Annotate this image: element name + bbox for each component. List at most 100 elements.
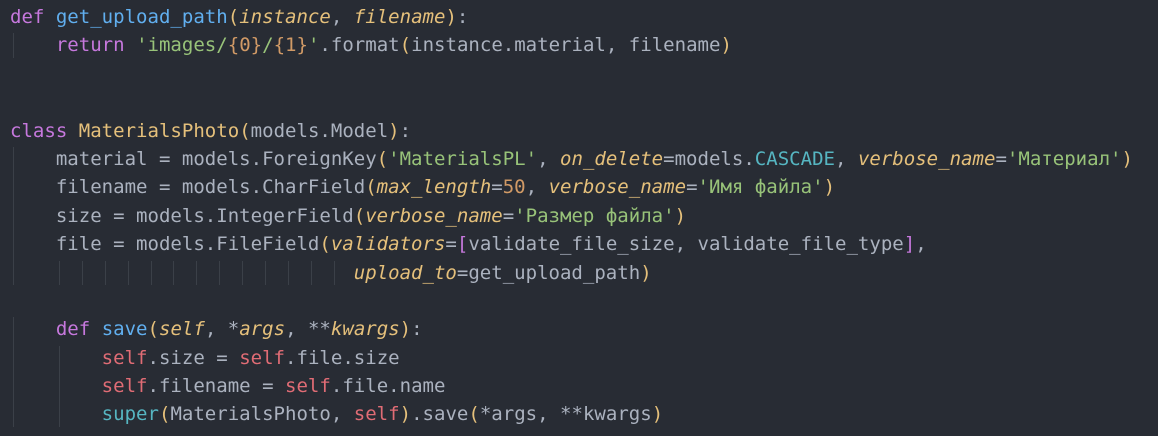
code-token: 'Размер файла' — [514, 204, 675, 227]
code-token: super — [101, 403, 159, 426]
code-token: self — [239, 346, 286, 369]
code-token: validators — [330, 233, 446, 256]
code-line[interactable]: def get_upload_path(instance, filename): — [10, 3, 1133, 31]
code-token: self — [101, 346, 148, 369]
code-token: / — [262, 34, 274, 57]
code-token: ( — [158, 403, 171, 426]
code-token: filename — [353, 6, 446, 28]
code-token: =get_upload_path — [456, 261, 641, 284]
code-token: ) — [1121, 147, 1133, 170]
code-token: get_upload_path — [55, 6, 228, 28]
code-token: = — [445, 233, 457, 256]
code-token: : — [456, 6, 469, 28]
code-token: 'Имя файла' — [697, 176, 824, 199]
code-token: , — [525, 176, 549, 199]
code-token: 'Материал' — [1006, 147, 1122, 170]
code-line[interactable]: return 'images/{0}/{1}'.format(instance.… — [10, 31, 1133, 59]
code-line[interactable]: material = models.ForeignKey('MaterialsP… — [10, 145, 1133, 173]
code-token: ) — [674, 204, 687, 227]
code-token: ( — [227, 6, 240, 28]
code-token: .save — [411, 403, 469, 426]
code-token: , — [537, 147, 560, 170]
code-token: : — [411, 318, 423, 341]
code-token: {0} — [227, 34, 263, 57]
code-token: instance.material, filename — [411, 34, 721, 57]
code-token: ) — [399, 318, 412, 341]
code-token: save — [101, 318, 148, 341]
code-token: 50 — [502, 176, 526, 199]
code-token: , — [835, 147, 858, 170]
code-token: =models. — [663, 147, 755, 170]
code-token: CASCADE — [754, 147, 836, 170]
code-editor[interactable]: def get_upload_path(instance, filename):… — [0, 0, 1158, 436]
code-line[interactable] — [10, 88, 1133, 116]
code-token: size = models.IntegerField — [10, 204, 354, 227]
code-token: = — [491, 176, 503, 199]
code-token: def — [10, 6, 45, 28]
code-token: upload_to — [353, 261, 457, 284]
code-token: def — [55, 318, 91, 341]
code-token: , ** — [285, 318, 331, 341]
code-token: on_delete — [560, 147, 664, 170]
code-token: = — [686, 176, 698, 199]
code-line[interactable]: self.filename = self.file.name — [10, 372, 1133, 400]
code-token: ( — [365, 176, 377, 199]
code-token: ) — [651, 403, 664, 426]
code-token: self — [159, 318, 205, 341]
code-token: kwargs — [330, 318, 400, 341]
code-token: MaterialsPhoto, — [170, 403, 354, 426]
code-line[interactable] — [10, 287, 1133, 315]
code-line[interactable]: class MaterialsPhoto(models.Model): — [10, 117, 1133, 145]
code-line[interactable]: upload_to=get_upload_path) — [10, 259, 1133, 287]
code-token: ) — [399, 403, 412, 426]
code-token: max_length — [376, 176, 492, 199]
code-token: ( — [376, 147, 389, 170]
code-token: ) — [720, 34, 732, 57]
code-token: 'MaterialsPL' — [388, 147, 538, 170]
code-token: ) — [823, 176, 836, 199]
code-token: .file.size — [285, 346, 400, 369]
code-line[interactable] — [10, 60, 1133, 88]
code-line[interactable]: self.size = self.file.size — [10, 344, 1133, 372]
code-line[interactable]: filename = models.CharField(max_length=5… — [10, 173, 1133, 201]
code-token: = — [502, 204, 515, 227]
code-token: ( — [468, 403, 480, 426]
code-token: ) — [445, 6, 457, 28]
code-token: material = models.ForeignKey — [10, 147, 377, 170]
code-token: instance — [239, 6, 331, 28]
code-token: verbose_name — [365, 204, 503, 227]
code-token: .format — [319, 34, 400, 57]
code-token: ) — [388, 119, 400, 142]
code-token: filename = models.CharField — [10, 176, 366, 199]
code-line[interactable]: super(MaterialsPhoto, self).save(*args, … — [10, 400, 1133, 428]
code-line[interactable]: size = models.IntegerField(verbose_name=… — [10, 202, 1133, 230]
code-token: file = models.FileField — [10, 233, 320, 256]
code-block[interactable]: def get_upload_path(instance, filename):… — [10, 3, 1133, 429]
code-token: verbose_name — [857, 147, 996, 170]
code-token: verbose_name — [548, 176, 687, 199]
code-token: self — [101, 375, 148, 398]
code-token: ( — [147, 318, 159, 341]
code-token: class — [10, 119, 68, 142]
code-token: return — [55, 34, 125, 57]
code-token: {1} — [273, 34, 308, 57]
code-token: , * — [204, 318, 240, 341]
code-token: self — [353, 403, 400, 426]
code-token: : — [399, 119, 412, 142]
code-token: .size = — [147, 346, 240, 369]
code-token: .filename = — [147, 375, 286, 398]
code-token: ( — [239, 119, 251, 142]
code-line[interactable]: def save(self, *args, **kwargs): — [10, 315, 1133, 343]
code-token: , — [915, 233, 927, 256]
code-line[interactable]: file = models.FileField(validators=[vali… — [10, 230, 1133, 258]
